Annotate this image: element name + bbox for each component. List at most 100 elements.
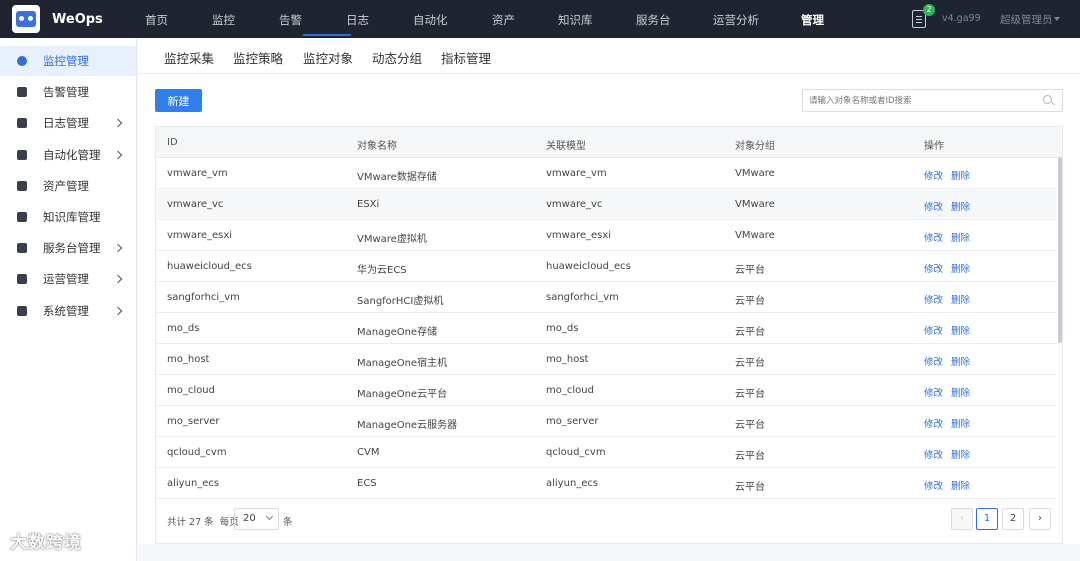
sidebar-item-1[interactable]: 告警管理 (0, 77, 136, 107)
delete-link[interactable]: 删除 (951, 168, 970, 182)
cell-name: ManageOne宿主机 (357, 358, 448, 369)
edit-link[interactable]: 修改 (924, 261, 943, 275)
table-row: huaweicloud_ecs 华为云ECS huaweicloud_ecs 云平台 修… (156, 251, 1056, 282)
page-size-unit: 条 (283, 517, 293, 528)
page-size-select[interactable]: 20 (234, 508, 279, 530)
cell-id: mo_server (167, 416, 220, 427)
version-label: v4.ga99 (942, 13, 981, 24)
delete-link[interactable]: 删除 (951, 416, 970, 430)
sidebar-item-label: 服务台管理 (43, 241, 101, 255)
sidebar-item-2[interactable]: 日志管理 (0, 108, 136, 138)
menu-icon (17, 56, 27, 66)
tab-2[interactable]: 监控对象 (303, 48, 353, 67)
edit-link[interactable]: 修改 (924, 292, 943, 306)
edit-link[interactable]: 修改 (924, 416, 943, 430)
nav-item-6[interactable]: 知识库 (558, 12, 593, 28)
cell-name: ESXi (357, 199, 380, 210)
delete-link[interactable]: 删除 (951, 385, 970, 399)
sidebar-item-7[interactable]: 运营管理 (0, 264, 136, 294)
menu-icon (17, 181, 27, 191)
nav-item-5[interactable]: 资产 (492, 12, 515, 28)
nav-item-0[interactable]: 首页 (145, 12, 168, 28)
next-page-button[interactable]: › (1029, 508, 1051, 530)
search-box[interactable] (802, 89, 1063, 112)
tab-0[interactable]: 监控采集 (164, 48, 214, 67)
tab-1[interactable]: 监控策略 (233, 48, 283, 67)
menu-icon (17, 87, 27, 97)
edit-link[interactable]: 修改 (924, 478, 943, 492)
delete-link[interactable]: 删除 (951, 230, 970, 244)
menu-icon (17, 118, 27, 128)
header-group: 对象分组 (735, 141, 775, 152)
sidebar-item-label: 自动化管理 (43, 148, 101, 162)
cell-name: ManageOne云平台 (357, 389, 448, 400)
nav-item-7[interactable]: 服务台 (636, 12, 671, 28)
search-icon[interactable] (1043, 95, 1052, 104)
table-row: mo_host ManageOne宿主机 mo_host 云平台 修改 删除 (156, 344, 1056, 375)
tab-4[interactable]: 指标管理 (441, 48, 491, 67)
delete-link[interactable]: 删除 (951, 292, 970, 306)
sidebar-item-label: 运营管理 (43, 272, 89, 286)
edit-link[interactable]: 修改 (924, 230, 943, 244)
edit-link[interactable]: 修改 (924, 323, 943, 337)
cell-group: 云平台 (735, 420, 765, 431)
sidebar-item-0[interactable]: 监控管理 (0, 46, 136, 76)
user-menu[interactable]: 超级管理员 (1000, 12, 1053, 27)
table-row: vmware_esxi VMware虚拟机 vmware_esxi VMware 修改删… (156, 220, 1056, 251)
header-actions: 操作 (924, 141, 944, 152)
brand-name: WeOps (52, 11, 103, 27)
nav-item-2[interactable]: 告警 (279, 12, 302, 28)
nav-item-3[interactable]: 日志 (346, 12, 369, 28)
search-input[interactable] (809, 93, 1034, 109)
table-scrollbar[interactable] (1058, 157, 1062, 343)
edit-link[interactable]: 修改 (924, 385, 943, 399)
edit-link[interactable]: 修改 (924, 168, 943, 182)
sidebar-item-6[interactable]: 服务台管理 (0, 233, 136, 263)
delete-link[interactable]: 删除 (951, 199, 970, 213)
delete-link[interactable]: 删除 (951, 447, 970, 461)
new-button[interactable]: 新建 (155, 89, 202, 112)
edit-link[interactable]: 修改 (924, 199, 943, 213)
nav-item-8[interactable]: 运营分析 (713, 12, 759, 28)
menu-icon (17, 274, 27, 284)
sidebar-item-label: 资产管理 (43, 179, 89, 193)
cell-name: ManageOne云服务器 (357, 420, 458, 431)
edit-link[interactable]: 修改 (924, 354, 943, 368)
logo[interactable] (12, 5, 40, 33)
table-row: vmware_vm VMware数据存储 vmware_vm VMware 修改 删除 (156, 158, 1056, 189)
edit-link[interactable]: 修改 (924, 447, 943, 461)
cell-model: vmware_vc (546, 199, 603, 210)
delete-link[interactable]: 删除 (951, 323, 970, 337)
total-count: 共计 27 条 每页 (167, 517, 239, 528)
tab-3[interactable]: 动态分组 (372, 48, 422, 67)
table-row: mo_server ManageOne云服务器 mo_server 云平台 修改 删除 (156, 406, 1056, 437)
cell-group: 云平台 (735, 265, 765, 276)
nav-item-9[interactable]: 管理 (801, 12, 824, 28)
prev-page-button[interactable]: ‹ (951, 508, 973, 530)
sidebar-item-5[interactable]: 知识库管理 (0, 202, 136, 232)
delete-link[interactable]: 删除 (951, 354, 970, 368)
cell-group: 云平台 (735, 327, 765, 338)
cell-group: 云平台 (735, 482, 765, 493)
sidebar-item-3[interactable]: 自动化管理 (0, 140, 136, 170)
cell-model: mo_server (546, 416, 599, 427)
table-row: aliyun_ecs ECS aliyun_ecs 云平台 修改 删除 (156, 468, 1056, 499)
sidebar: 监控管理 告警管理 日志管理自动化管理资产管理知识库管理服务台管理运营管理系统管理 (0, 38, 137, 561)
nav-item-1[interactable]: 监控 (212, 12, 235, 28)
sidebar-item-label: 知识库管理 (43, 210, 101, 224)
table-row: qcloud_cvm CVM qcloud_cvm 云平台 修改 删除 (156, 437, 1056, 468)
active-tab-indicator (303, 34, 351, 36)
menu-icon (17, 212, 27, 222)
page-2-button[interactable]: 2 (1002, 508, 1024, 530)
cell-group: 云平台 (735, 358, 765, 369)
delete-link[interactable]: 删除 (951, 478, 970, 492)
delete-link[interactable]: 删除 (951, 261, 970, 275)
chevron-down-icon[interactable] (1054, 17, 1060, 21)
nav-item-4[interactable]: 自动化 (413, 12, 448, 28)
sidebar-item-8[interactable]: 系统管理 (0, 296, 136, 326)
sidebar-item-4[interactable]: 资产管理 (0, 171, 136, 201)
menu-icon (17, 150, 27, 160)
cell-model: huaweicloud_ecs (546, 261, 631, 272)
page-1-button[interactable]: 1 (976, 508, 998, 530)
table-header: ID 对象名称 关联模型 对象分组 操作 (156, 127, 1062, 158)
